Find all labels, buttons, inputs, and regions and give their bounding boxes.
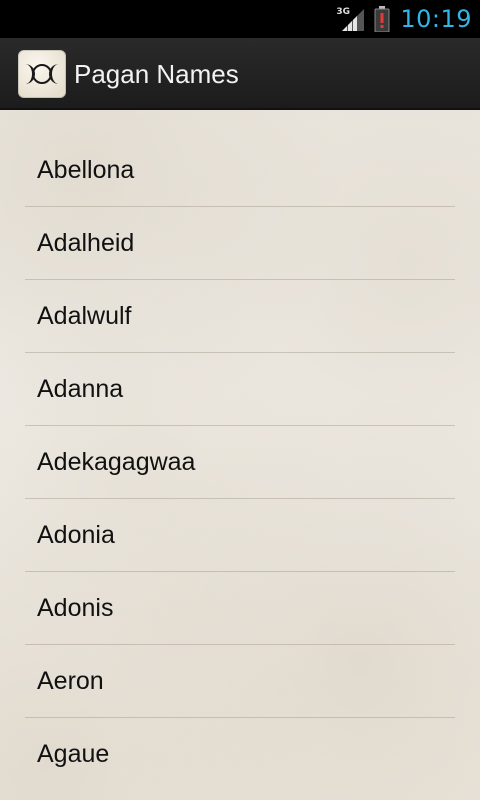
- triple-moon-icon: [25, 64, 59, 84]
- list-item[interactable]: Abellona: [0, 134, 480, 207]
- list-item[interactable]: Adekagagwaa: [0, 426, 480, 499]
- list-item[interactable]: Aeron: [0, 645, 480, 718]
- app-title: Pagan Names: [74, 59, 239, 89]
- status-icons: 3G 10:19: [336, 0, 472, 38]
- action-bar: Pagan Names: [0, 38, 480, 110]
- list-item-label: Agaue: [37, 740, 110, 768]
- list-item-label: Abellona: [37, 156, 135, 184]
- list-item-label: Adanna: [37, 375, 124, 403]
- list-item[interactable]: Adalheid: [0, 207, 480, 280]
- list-item[interactable]: Agaue: [0, 718, 480, 791]
- list-item[interactable]: Adalwulf: [0, 280, 480, 353]
- signal-bars-icon: [342, 9, 365, 31]
- battery-alert-icon: [374, 6, 390, 32]
- list-item-label: Adalheid: [37, 229, 135, 257]
- list-item-label: Adekagagwaa: [37, 448, 196, 476]
- list-item[interactable]: Adanna: [0, 353, 480, 426]
- names-list-container: Abellona Adalheid Adalwulf Adanna Adekag…: [0, 110, 480, 800]
- list-item[interactable]: Adonis: [0, 572, 480, 645]
- list-item[interactable]: Adonia: [0, 499, 480, 572]
- list-item-label: Adonis: [37, 594, 114, 622]
- status-clock: 10:19: [400, 5, 472, 33]
- list-item-label: Adalwulf: [37, 302, 132, 330]
- status-bar: 3G 10:19: [0, 0, 480, 38]
- signal-indicator: 3G: [336, 5, 365, 33]
- names-list: Abellona Adalheid Adalwulf Adanna Adekag…: [0, 134, 480, 791]
- app-icon[interactable]: [18, 50, 66, 98]
- list-item-label: Aeron: [37, 667, 104, 695]
- list-item-label: Adonia: [37, 521, 115, 549]
